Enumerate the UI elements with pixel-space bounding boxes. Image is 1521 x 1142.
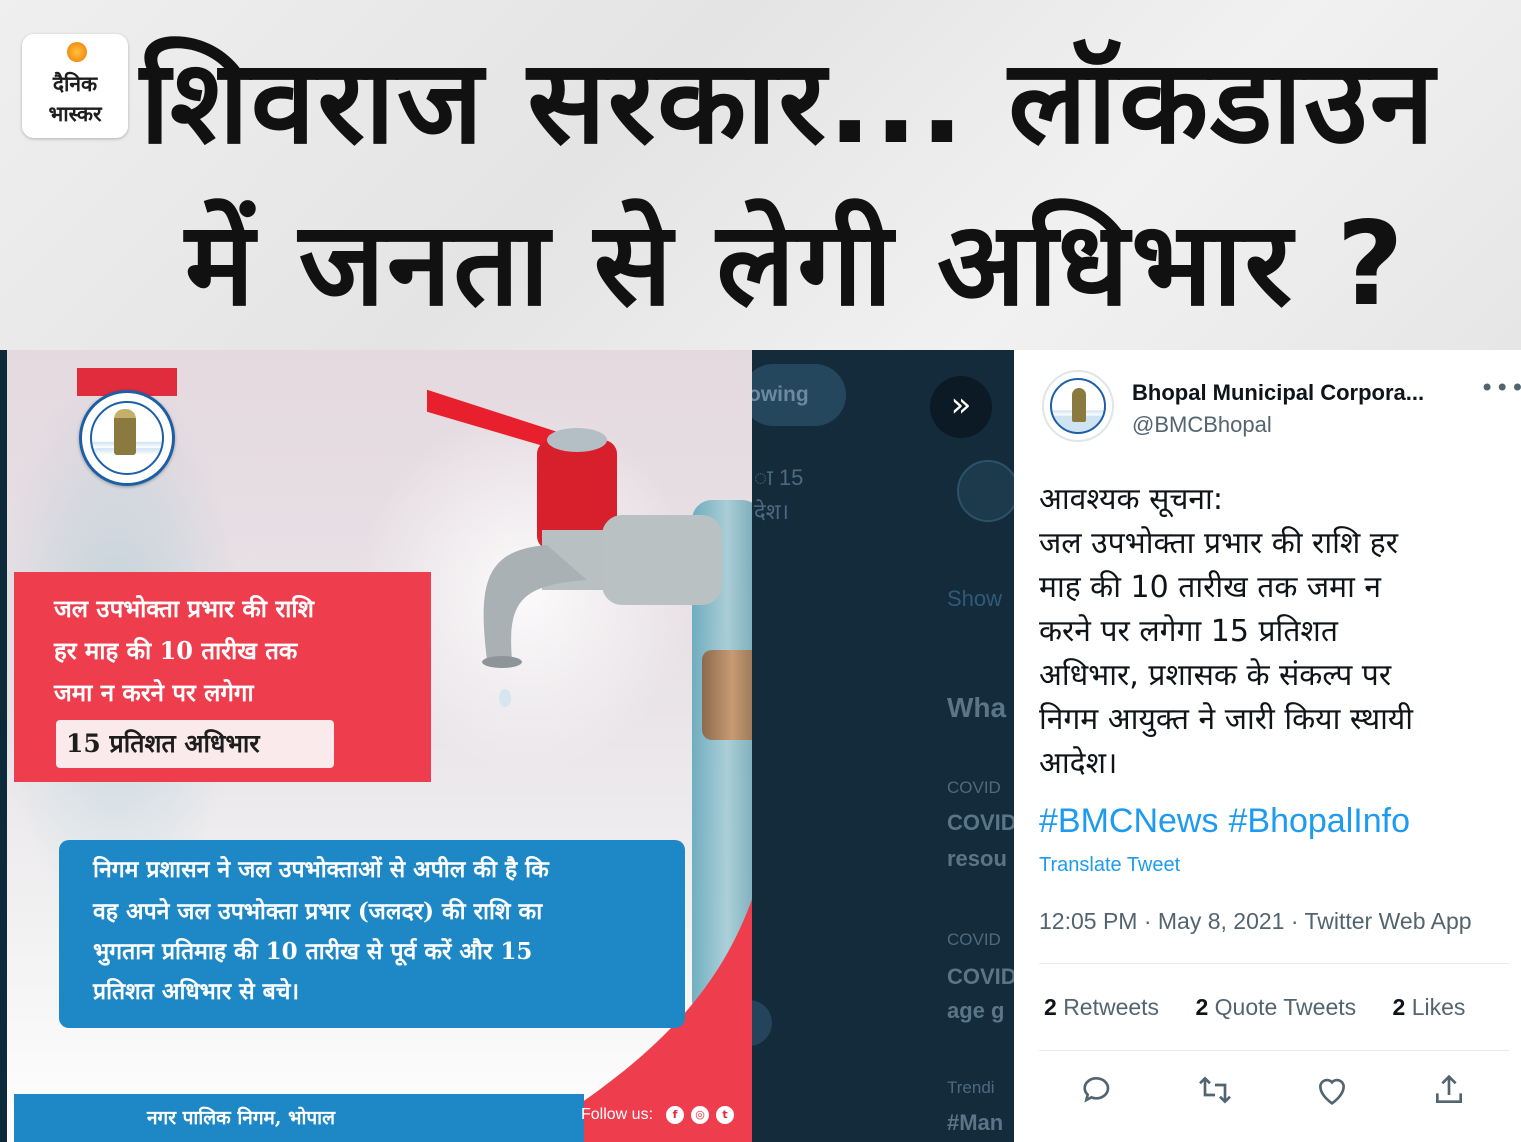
headline-line2: में जनता से लेगी अधिभार ? [185, 197, 1406, 332]
bmc-seal-logo [77, 368, 177, 492]
tweet-body: आवश्यक सूचना: जल उपभोक्ता प्रभार की राशि… [1039, 478, 1519, 786]
reply-icon[interactable] [1078, 1070, 1118, 1110]
sun-icon [67, 42, 87, 62]
avatar[interactable] [1042, 370, 1114, 442]
divider [1039, 963, 1509, 964]
dainik-bhaskar-logo: दैनिक भास्कर [22, 34, 128, 138]
background-avatar [957, 460, 1014, 522]
twitter-icon: t [716, 1106, 734, 1124]
background-tweet-fragment: ा 15 [754, 465, 804, 490]
tweet-card: Bhopal Municipal Corpora... @BMCBhopal •… [1014, 350, 1521, 1142]
quote-tweets-stat[interactable]: 2 Quote Tweets [1195, 994, 1356, 1021]
surcharge-pill: 15 प्रतिशत अधिभार [56, 720, 334, 768]
trend-title[interactable]: COVID [947, 964, 1014, 990]
poster-footer-name: नगर पालिक निगम, भोपाल [147, 1107, 335, 1129]
logo-text-line2: भास्कर [48, 102, 102, 126]
tweet-timestamp-source[interactable]: 12:05 PM · May 8, 2021 · Twitter Web App [1039, 908, 1472, 935]
chevron-right-double-icon[interactable]: » [930, 376, 992, 438]
red-notice-line: हर माह की 10 तारीख तक [54, 636, 298, 665]
trend-category: COVID [947, 930, 1001, 949]
logo-text-line1: दैनिक [52, 72, 98, 96]
tweet-body-line: माह की 10 तारीख तक जमा न [1039, 570, 1382, 605]
background-button[interactable] [752, 1000, 772, 1046]
tweet-body-line: आदेश। [1039, 746, 1118, 781]
water-tap-image [427, 389, 722, 707]
tweet-body-line: करने पर लगेगा 15 प्रतिशत [1039, 614, 1338, 649]
tweet-stats: 2 Retweets 2 Quote Tweets 2 Likes [1044, 994, 1495, 1021]
trend-category: COVID [947, 778, 1001, 797]
appeal-line: प्रतिशत अधिभार से बचे। [93, 978, 300, 1005]
blue-appeal-box: निगम प्रशासन ने जल उपभोक्ताओं से अपील की… [59, 840, 685, 1028]
red-notice-box: जल उपभोक्ता प्रभार की राशि हर माह की 10 … [14, 572, 431, 782]
appeal-line: भुगतान प्रतिमाह की 10 तारीख से पूर्व करे… [93, 938, 533, 965]
likes-stat[interactable]: 2 Likes [1393, 994, 1466, 1021]
red-notice-line: जल उपभोक्ता प्रभार की राशि [54, 594, 314, 623]
heart-icon[interactable] [1312, 1070, 1352, 1110]
headline-line1: शिवराज सरकार... लॉकडाउन [140, 35, 1437, 170]
tweet-hashtags: #BMCNews #BhopalInfo [1039, 802, 1420, 841]
tweet-body-line: आवश्यक सूचना: [1039, 482, 1223, 517]
share-icon[interactable] [1429, 1070, 1469, 1110]
bmc-poster-image: जल उपभोक्ता प्रभार की राशि हर माह की 10 … [0, 350, 752, 1142]
tweet-author-handle[interactable]: @BMCBhopal [1132, 412, 1272, 438]
trend-category: Trendi [947, 1078, 995, 1097]
hashtag-link-bmcnews[interactable]: #BMCNews [1039, 802, 1218, 840]
whats-happening-heading: Wha [947, 692, 1007, 723]
divider [1039, 1050, 1509, 1051]
instagram-icon: ◎ [691, 1106, 709, 1124]
facebook-icon: f [666, 1106, 684, 1124]
tweet-body-line: निगम आयुक्त ने जारी किया स्थायी [1039, 702, 1414, 737]
tweet-author-name[interactable]: Bhopal Municipal Corpora... [1132, 380, 1424, 406]
retweet-icon[interactable] [1195, 1070, 1235, 1110]
following-button[interactable]: owing [752, 364, 846, 426]
appeal-line: निगम प्रशासन ने जल उपभोक्ताओं से अपील की… [93, 856, 549, 883]
more-options-icon[interactable]: ••• [1480, 374, 1521, 402]
trend-subtitle: resou [947, 846, 1007, 871]
dimmed-twitter-background: owing » ा 15 देश। Show Wha COVID COVID r… [752, 350, 1014, 1142]
retweets-stat[interactable]: 2 Retweets [1044, 994, 1159, 1021]
tweet-body-line: अधिभार, प्रशासक के संकल्प पर [1039, 658, 1392, 693]
translate-tweet-link[interactable]: Translate Tweet [1039, 854, 1180, 877]
trend-title[interactable]: COVID [947, 810, 1014, 836]
headline-banner: दैनिक भास्कर शिवराज सरकार... लॉकडाउन में… [0, 0, 1521, 350]
tweet-body-line: जल उपभोक्ता प्रभार की राशि हर [1039, 526, 1398, 561]
follow-us-label: Follow us: [581, 1106, 654, 1123]
show-more-link[interactable]: Show [947, 586, 1002, 612]
background-tweet-fragment: देश। [754, 499, 789, 524]
red-notice-line: जमा न करने पर लगेगा [54, 678, 254, 707]
trend-subtitle: age g [947, 998, 1005, 1023]
trend-title[interactable]: #Man [947, 1110, 1003, 1136]
appeal-line: वह अपने जल उपभोक्ता प्रभार (जलदर) की राश… [93, 898, 543, 925]
hashtag-link-bhopalinfo[interactable]: #BhopalInfo [1228, 802, 1410, 840]
